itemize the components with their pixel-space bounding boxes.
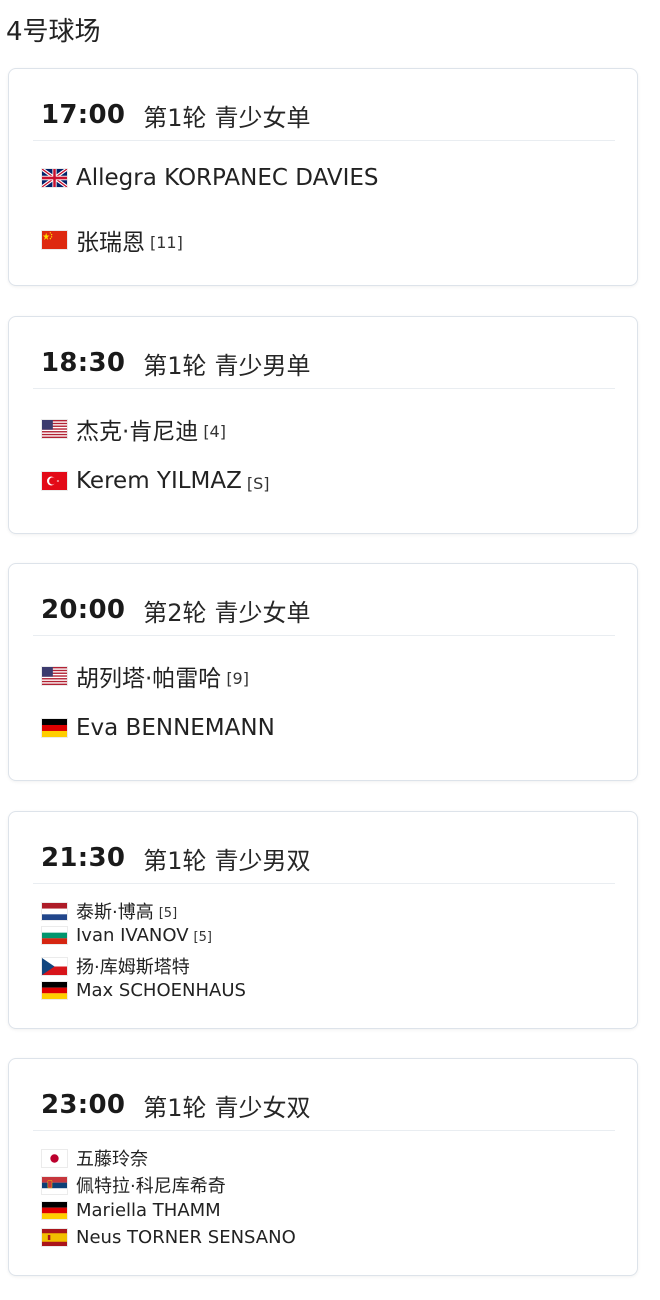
uk-flag-icon (41, 168, 68, 188)
match-card[interactable]: 23:00 第1轮 青少女双 五藤玲奈 佩特拉·科尼库希奇 Mariella T… (8, 1058, 638, 1276)
player-name[interactable]: Neus TORNER SENSANO (76, 1227, 296, 1248)
match-header: 21:30 第1轮 青少男双 (41, 836, 311, 880)
player-name[interactable]: 扬·库姆斯塔特 (76, 953, 190, 979)
player-row[interactable]: Ivan IVANOV [5] (41, 925, 212, 946)
match-time: 18:30 (41, 348, 126, 378)
player-seed: [S] (246, 473, 270, 493)
player-name[interactable]: 佩特拉·科尼库希奇 (76, 1172, 226, 1198)
player-name[interactable]: Ivan IVANOV (76, 925, 189, 946)
court-title: 4号球场 (6, 17, 101, 47)
player-row[interactable]: 扬·库姆斯塔特 (41, 953, 195, 979)
germany-flag-icon (41, 981, 68, 1000)
player-row[interactable]: Kerem YILMAZ [S] (41, 468, 270, 494)
player-row[interactable]: 泰斯·博高 [5] (41, 898, 177, 924)
player-row[interactable]: Allegra KORPANEC DAVIES (41, 165, 384, 191)
match-header: 20:00 第2轮 青少女单 (41, 588, 311, 632)
match-round: 第1轮 (143, 846, 207, 875)
match-header: 23:00 第1轮 青少女双 (41, 1083, 311, 1127)
match-time: 17:00 (41, 100, 126, 130)
player-name[interactable]: 泰斯·博高 (76, 898, 154, 924)
player-seed: [5] (193, 930, 212, 945)
player-row[interactable]: Eva BENNEMANN (41, 715, 280, 741)
match-event: 青少女单 (214, 598, 311, 627)
match-time: 21:30 (41, 843, 126, 873)
turkey-flag-icon (41, 471, 68, 491)
serbia-flag-icon (41, 1175, 68, 1195)
germany-flag-icon (41, 1201, 68, 1220)
player-name[interactable]: Allegra KORPANEC DAVIES (76, 165, 379, 191)
match-event: 青少女单 (214, 103, 311, 132)
divider (33, 388, 615, 389)
player-seed: [4] (203, 421, 226, 441)
match-card[interactable]: 20:00 第2轮 青少女单 胡列塔·帕雷哈 [9] Eva BENNEMANN (8, 563, 638, 781)
player-name[interactable]: Mariella THAMM (76, 1200, 221, 1221)
match-round: 第1轮 (143, 351, 207, 380)
player-seed: [5] (158, 905, 178, 921)
player-row[interactable]: 胡列塔·帕雷哈 [9] (41, 659, 249, 693)
match-header: 17:00 第1轮 青少女单 (41, 93, 311, 137)
player-row[interactable]: 佩特拉·科尼库希奇 (41, 1172, 231, 1198)
player-row[interactable]: 张瑞恩 [11] (41, 223, 183, 257)
player-name[interactable]: Max SCHOENHAUS (76, 980, 246, 1001)
bulgaria-flag-icon (41, 926, 68, 945)
match-time: 20:00 (41, 595, 126, 625)
player-name[interactable]: 五藤玲奈 (76, 1145, 148, 1171)
divider (33, 635, 615, 636)
player-row[interactable]: 五藤玲奈 (41, 1145, 153, 1171)
player-row[interactable]: 杰克·肯尼迪 [4] (41, 412, 226, 446)
player-name[interactable]: Kerem YILMAZ (76, 468, 242, 494)
player-name[interactable]: Eva BENNEMANN (76, 715, 275, 741)
match-round: 第2轮 (143, 598, 207, 627)
match-event: 青少男双 (214, 846, 311, 875)
divider (33, 883, 615, 884)
match-event: 青少男单 (214, 351, 311, 380)
divider (33, 140, 615, 141)
match-card[interactable]: 18:30 第1轮 青少男单 杰克·肯尼迪 [4] Kerem YILMAZ [… (8, 316, 638, 534)
usa-flag-icon (41, 419, 68, 439)
japan-flag-icon (41, 1148, 68, 1168)
china-flag-icon (41, 230, 68, 250)
match-time: 23:00 (41, 1090, 126, 1120)
czech-flag-icon (41, 956, 68, 976)
player-name[interactable]: 胡列塔·帕雷哈 (76, 659, 221, 693)
match-event: 青少女双 (214, 1093, 311, 1122)
match-card[interactable]: 17:00 第1轮 青少女单 Allegra KORPANEC DAVIES 张… (8, 68, 638, 286)
player-name[interactable]: 张瑞恩 (76, 223, 145, 257)
match-round: 第1轮 (143, 103, 207, 132)
player-seed: [9] (226, 668, 249, 688)
germany-flag-icon (41, 718, 68, 738)
player-name[interactable]: 杰克·肯尼迪 (76, 412, 198, 446)
player-row[interactable]: Max SCHOENHAUS (41, 980, 251, 1001)
usa-flag-icon (41, 666, 68, 686)
divider (33, 1130, 615, 1131)
match-card[interactable]: 21:30 第1轮 青少男双 泰斯·博高 [5] Ivan IVANOV [5]… (8, 811, 638, 1029)
netherlands-flag-icon (41, 901, 68, 921)
match-header: 18:30 第1轮 青少男单 (41, 341, 311, 385)
player-seed: [11] (150, 232, 183, 252)
spain-flag-icon (41, 1228, 68, 1247)
match-round: 第1轮 (143, 1093, 207, 1122)
player-row[interactable]: Mariella THAMM (41, 1200, 226, 1221)
player-row[interactable]: Neus TORNER SENSANO (41, 1227, 301, 1248)
